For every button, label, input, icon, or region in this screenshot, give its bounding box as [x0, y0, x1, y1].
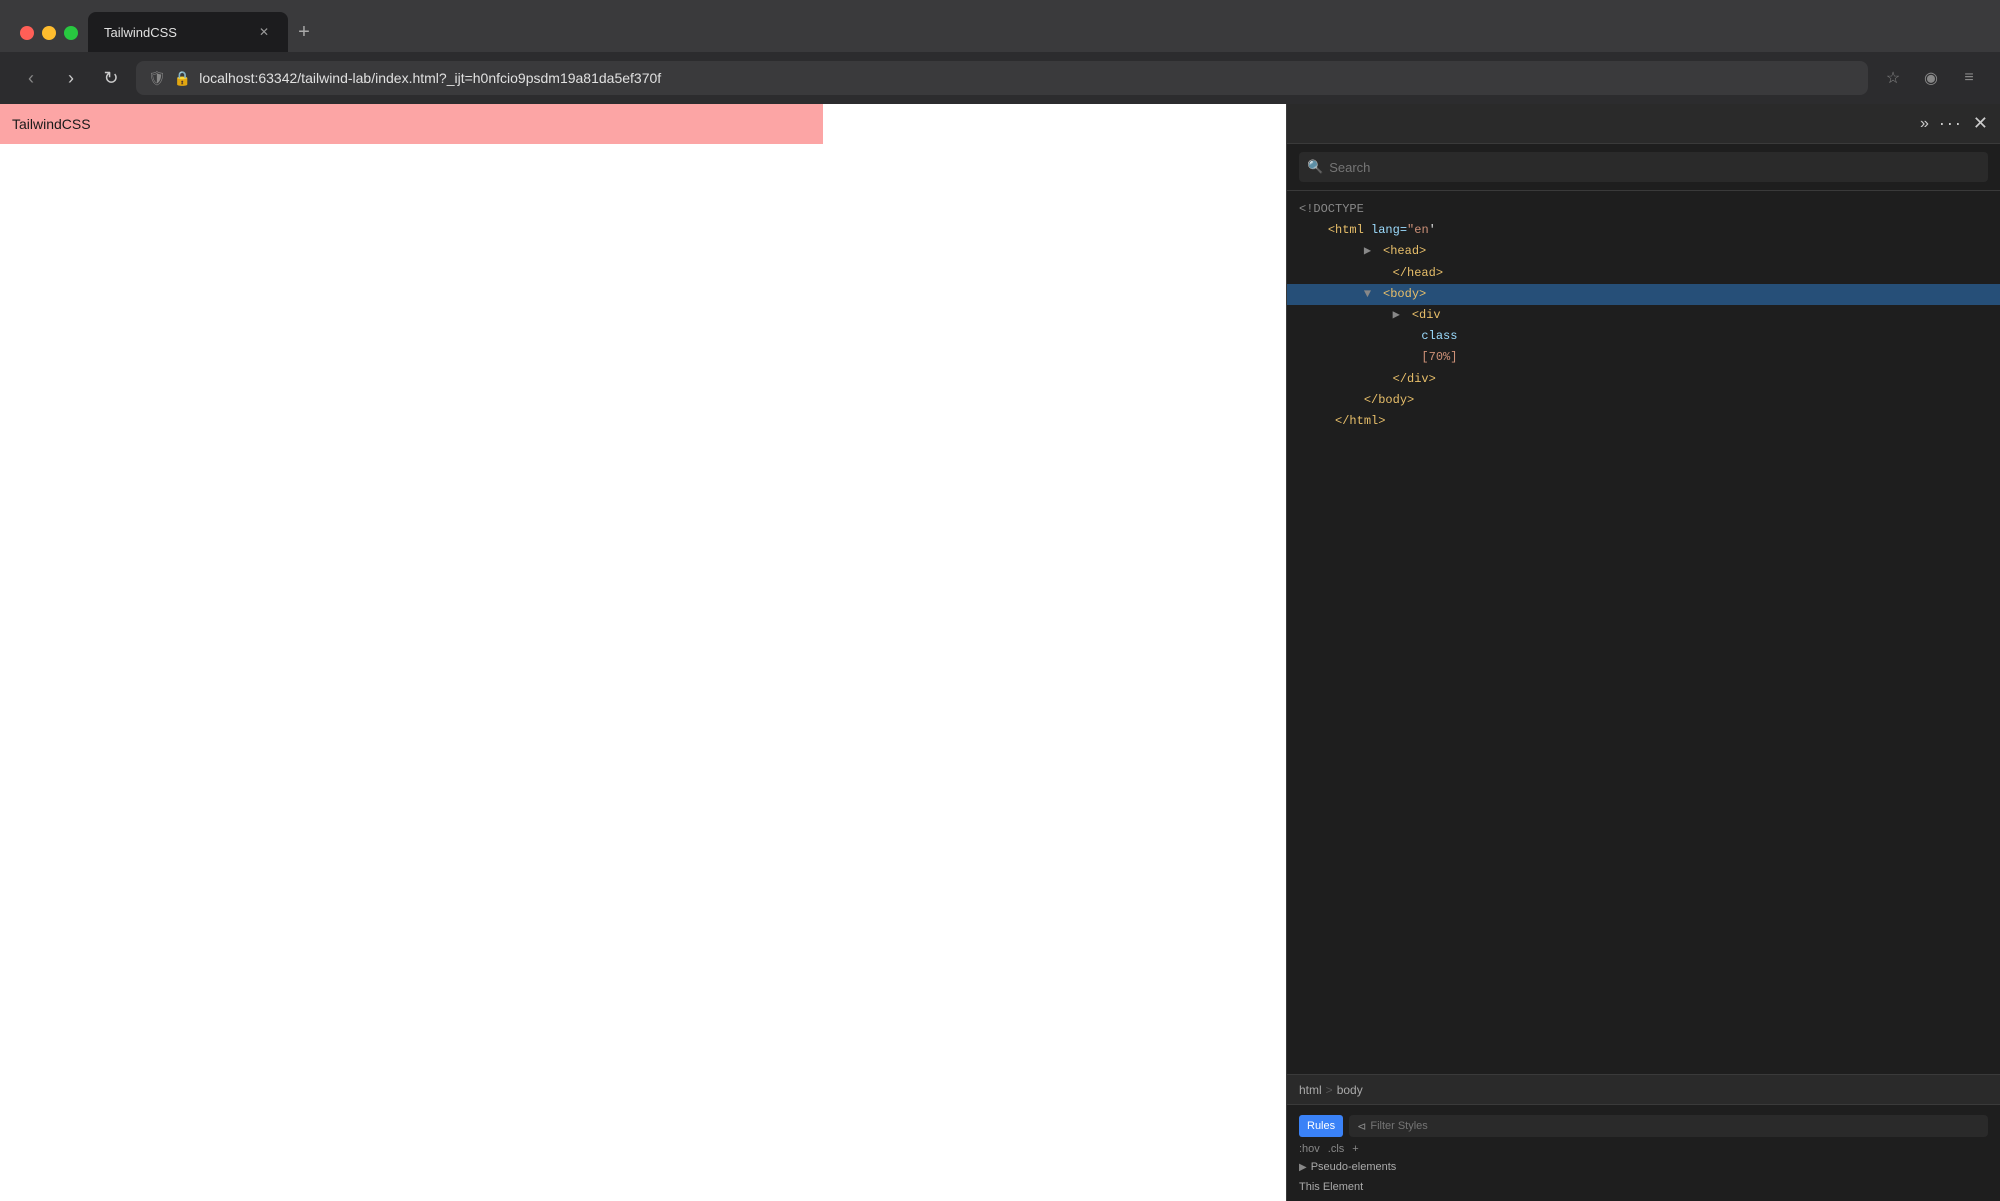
- minimize-button[interactable]: [42, 26, 56, 40]
- html-line-div-open[interactable]: ▶ <div: [1287, 305, 2000, 326]
- html-line-body[interactable]: ▼ <body>: [1287, 284, 2000, 305]
- address-actions: ☆ ◉ ≡: [1878, 63, 1984, 93]
- filter-styles-input[interactable]: [1370, 1120, 1980, 1132]
- devtools-breadcrumb: html > body: [1287, 1074, 2000, 1104]
- pseudo-plus[interactable]: +: [1352, 1143, 1358, 1155]
- devtools-close-button[interactable]: ✕: [1973, 113, 1988, 134]
- breadcrumb-html[interactable]: html: [1299, 1083, 1322, 1097]
- tab-bar: TailwindCSS ✕ +: [0, 0, 2000, 52]
- main-area: TailwindCSS » ··· ✕ 🔍 <!DOCTYPE <html la…: [0, 104, 2000, 1201]
- tab-title: TailwindCSS: [104, 25, 248, 40]
- pseudo-elements-label: Pseudo-elements: [1311, 1161, 1397, 1173]
- browser-chrome: TailwindCSS ✕ + ‹ › ↻ 🛡 🔒 ☆ ◉ ≡: [0, 0, 2000, 104]
- filter-icon: ⊲: [1357, 1120, 1366, 1133]
- back-button[interactable]: ‹: [16, 63, 46, 93]
- html-line-html-close[interactable]: </html>: [1287, 411, 2000, 432]
- html-line-html[interactable]: <html lang="en': [1287, 220, 2000, 241]
- window-controls: [10, 26, 88, 52]
- devtools-search-wrap: 🔍: [1299, 152, 1988, 182]
- this-element-label: This Element: [1287, 1177, 2000, 1195]
- new-tab-button[interactable]: +: [288, 16, 320, 48]
- address-bar: ‹ › ↻ 🛡 🔒 ☆ ◉ ≡: [0, 52, 2000, 104]
- browser-content: TailwindCSS: [0, 104, 1286, 1201]
- devtools-styles-panel: Rules ⊲ :hov .cls + ▶ Pseudo-elements Th…: [1287, 1104, 2000, 1201]
- tab-close-button[interactable]: ✕: [256, 24, 272, 40]
- devtools-toolbar: » ··· ✕: [1287, 104, 2000, 144]
- breadcrumb-body[interactable]: body: [1337, 1083, 1363, 1097]
- devtools-search-area: 🔍: [1287, 144, 2000, 191]
- bookmark-button[interactable]: ☆: [1878, 63, 1908, 93]
- html-line-class-val[interactable]: [70%]: [1287, 347, 2000, 368]
- page-title: TailwindCSS: [12, 116, 91, 132]
- shield-icon: 🛡: [148, 70, 166, 87]
- html-line-doctype[interactable]: <!DOCTYPE: [1287, 199, 2000, 220]
- pseudo-states-bar: :hov .cls +: [1287, 1141, 2000, 1157]
- forward-button[interactable]: ›: [56, 63, 86, 93]
- maximize-button[interactable]: [64, 26, 78, 40]
- devtools-more-button[interactable]: ···: [1939, 113, 1963, 134]
- breadcrumb-separator: >: [1326, 1083, 1333, 1097]
- pseudo-elements-header[interactable]: ▶ Pseudo-elements: [1299, 1161, 1988, 1173]
- devtools-panel: » ··· ✕ 🔍 <!DOCTYPE <html lang="en': [1286, 104, 2000, 1201]
- html-line-div-close[interactable]: </div>: [1287, 369, 2000, 390]
- devtools-html-tree: <!DOCTYPE <html lang="en' ▶ <head> </hea…: [1287, 191, 2000, 1074]
- devtools-expand-button[interactable]: »: [1920, 115, 1929, 133]
- html-line-head-close[interactable]: </head>: [1287, 263, 2000, 284]
- devtools-search-input[interactable]: [1329, 160, 1980, 175]
- address-input-wrap: 🛡 🔒: [136, 61, 1868, 95]
- address-input[interactable]: [199, 70, 1856, 86]
- profile-button[interactable]: ◉: [1916, 63, 1946, 93]
- html-line-body-close[interactable]: </body>: [1287, 390, 2000, 411]
- styles-toolbar: Rules ⊲: [1287, 1111, 2000, 1141]
- page-header: TailwindCSS: [0, 104, 823, 144]
- pseudo-hov[interactable]: :hov: [1299, 1143, 1320, 1155]
- lock-icon: 🔒: [174, 70, 191, 87]
- close-button[interactable]: [20, 26, 34, 40]
- menu-button[interactable]: ≡: [1954, 63, 1984, 93]
- pseudo-elements-section: ▶ Pseudo-elements: [1287, 1157, 2000, 1177]
- filter-styles-wrap: ⊲: [1349, 1115, 1988, 1137]
- reload-button[interactable]: ↻: [96, 63, 126, 93]
- pseudo-cls[interactable]: .cls: [1328, 1143, 1345, 1155]
- browser-tab[interactable]: TailwindCSS ✕: [88, 12, 288, 52]
- html-line-class-attr[interactable]: class: [1287, 326, 2000, 347]
- html-line-head-collapsed[interactable]: ▶ <head>: [1287, 241, 2000, 262]
- search-icon: 🔍: [1307, 159, 1323, 175]
- pseudo-elements-arrow: ▶: [1299, 1162, 1307, 1173]
- rules-tab-button[interactable]: Rules: [1299, 1115, 1343, 1137]
